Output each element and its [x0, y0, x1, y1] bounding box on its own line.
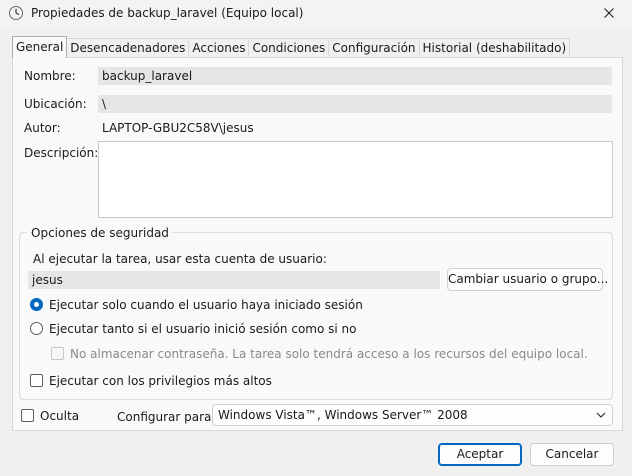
configure-for-select[interactable]: Windows Vista™, Windows Server™ 2008	[212, 404, 613, 426]
radio-run-whether-logged-on-label: Ejecutar tanto si el usuario inició sesi…	[49, 322, 357, 336]
window-title: Propiedades de backup_laravel (Equipo lo…	[31, 6, 304, 20]
radio-run-only-logged-on-label: Ejecutar solo cuando el usuario haya ini…	[49, 298, 363, 312]
chevron-down-icon	[596, 412, 606, 418]
highest-privileges-checkbox[interactable]	[30, 374, 43, 387]
tab-settings[interactable]: Configuración	[328, 38, 420, 58]
tab-history[interactable]: Historial (deshabilitado)	[418, 38, 571, 58]
tab-general[interactable]: General	[12, 36, 68, 58]
hidden-label: Oculta	[40, 409, 80, 423]
user-account-field[interactable]: jesus	[28, 271, 440, 289]
cancel-button[interactable]: Cancelar	[530, 443, 614, 466]
author-label: Autor:	[24, 121, 61, 135]
close-button[interactable]	[586, 0, 632, 26]
title-bar: Propiedades de backup_laravel (Equipo lo…	[0, 0, 632, 26]
tab-triggers[interactable]: Desencadenadores	[66, 38, 190, 58]
name-field[interactable]: backup_laravel	[98, 67, 612, 85]
close-icon	[604, 8, 614, 18]
name-label: Nombre:	[24, 69, 76, 83]
clock-icon	[9, 6, 23, 20]
run-as-label: Al ejecutar la tarea, usar esta cuenta d…	[33, 252, 327, 266]
description-label: Descripción:	[24, 146, 99, 160]
tab-conditions[interactable]: Condiciones	[248, 38, 330, 58]
security-options-legend: Opciones de seguridad	[27, 226, 173, 240]
location-field[interactable]: \	[98, 95, 612, 113]
configure-for-value: Windows Vista™, Windows Server™ 2008	[218, 408, 468, 422]
tab-strip: General Desencadenadores Acciones Condic…	[12, 36, 571, 58]
hidden-checkbox[interactable]	[21, 409, 34, 422]
location-label: Ubicación:	[24, 97, 87, 111]
radio-run-whether-logged-on[interactable]	[30, 322, 43, 335]
radio-run-only-logged-on[interactable]	[30, 298, 43, 311]
highest-privileges-label: Ejecutar con los privilegios más altos	[49, 374, 272, 388]
description-input[interactable]	[98, 141, 613, 218]
author-value: LAPTOP-GBU2C58V\jesus	[102, 121, 254, 135]
accept-button[interactable]: Aceptar	[438, 443, 522, 466]
configure-for-label: Configurar para:	[117, 410, 216, 424]
tab-actions[interactable]: Acciones	[188, 38, 250, 58]
no-store-password-checkbox[interactable]	[51, 347, 64, 360]
change-user-button[interactable]: Cambiar usuario o grupo...	[447, 268, 608, 291]
no-store-password-label: No almacenar contraseña. La tarea solo t…	[70, 347, 588, 361]
